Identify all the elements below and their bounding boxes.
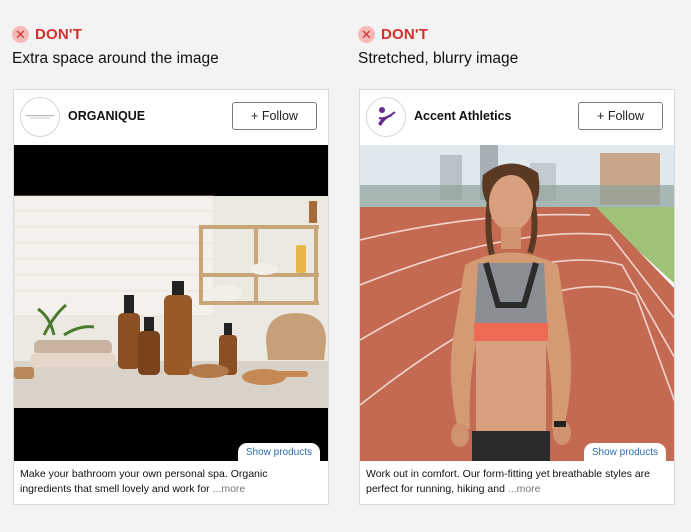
dont-label: DON'T — [35, 25, 83, 43]
runner-on-track-photo — [360, 145, 674, 461]
close-x-icon: ✕ — [358, 25, 375, 43]
bathroom-products-photo — [14, 145, 328, 461]
more-link[interactable]: ...more — [213, 483, 246, 495]
card-header: Accent Athletics + Follow — [360, 90, 674, 145]
ad-card: ORGANIQUE + Follow Show products Make yo… — [13, 89, 329, 505]
ad-image[interactable]: Show products — [360, 145, 674, 461]
ad-caption: Make your bathroom your own personal spa… — [20, 467, 320, 496]
brand-name[interactable]: ORGANIQUE — [68, 109, 145, 123]
follow-button[interactable]: + Follow — [578, 102, 663, 130]
organique-logo-icon[interactable] — [20, 97, 60, 137]
follow-button[interactable]: + Follow — [232, 102, 317, 130]
close-x-icon: ✕ — [12, 25, 29, 43]
brand-name[interactable]: Accent Athletics — [414, 109, 511, 123]
show-products-button[interactable]: Show products — [583, 443, 666, 461]
ad-card: Accent Athletics + Follow Show products … — [359, 89, 675, 505]
accent-athletics-logo-icon[interactable] — [366, 97, 406, 137]
example-description: Extra space around the image — [12, 50, 219, 67]
more-link[interactable]: ...more — [508, 483, 541, 495]
dont-heading: ✕ DON'T — [12, 24, 82, 44]
dont-heading: ✕ DON'T — [358, 24, 428, 44]
dont-label: DON'T — [381, 25, 429, 43]
show-products-button[interactable]: Show products — [237, 443, 320, 461]
ad-caption: Work out in comfort. Our form-fitting ye… — [366, 467, 666, 496]
ad-image[interactable]: Show products — [14, 145, 328, 461]
card-header: ORGANIQUE + Follow — [14, 90, 328, 145]
example-description: Stretched, blurry image — [358, 50, 519, 67]
